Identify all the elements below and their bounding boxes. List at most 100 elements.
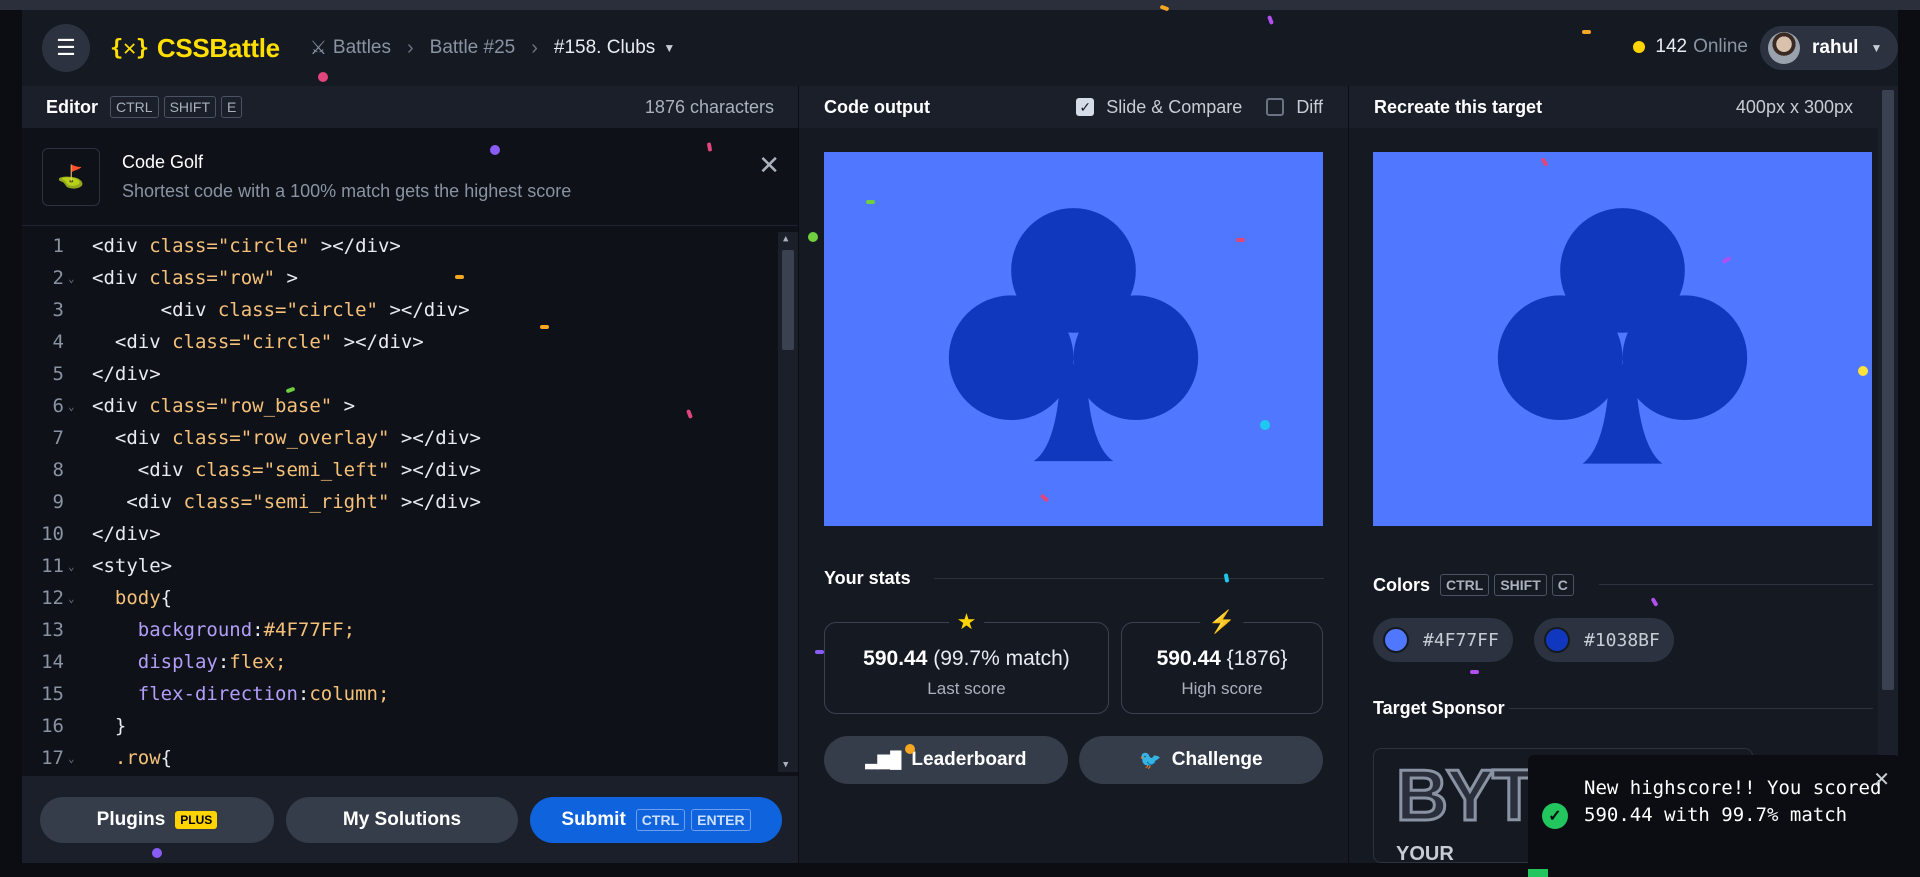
kbd-key: CTRL <box>110 96 159 118</box>
top-strip <box>0 0 1920 10</box>
confetti <box>490 145 500 155</box>
submit-button[interactable]: Submit CTRL ENTER <box>530 796 782 843</box>
high-score-card: ⚡ 590.44 {1876} High score <box>1121 609 1323 714</box>
code-line: 2 ⌄ <div class= "row" > <box>52 267 298 289</box>
challenge-label: Challenge <box>1171 749 1263 770</box>
color-swatch[interactable]: #4F77FF <box>1373 618 1513 662</box>
confetti <box>540 325 549 329</box>
code-line: 9 <div class= "semi_right" ></div> <box>52 491 481 513</box>
color-swatch[interactable]: #1038BF <box>1534 618 1674 662</box>
chevron-right-icon: › <box>406 36 414 59</box>
high-score-label: High score <box>1181 679 1263 698</box>
kbd-key: C <box>1551 574 1574 596</box>
challenge-button[interactable]: 🐦 Challenge <box>1079 736 1323 784</box>
confetti <box>455 275 464 279</box>
my-solutions-button[interactable]: My Solutions <box>286 796 518 843</box>
plugins-button[interactable]: Plugins PLUS <box>40 796 274 843</box>
sponsor-logo: BYT <box>1395 755 1538 838</box>
last-score-label: Last score <box>927 679 1006 698</box>
solutions-label: My Solutions <box>342 808 462 830</box>
kbd-key: E <box>221 96 243 118</box>
close-icon[interactable]: ✕ <box>1873 767 1890 792</box>
output-panel: Code output ✓ Slide & Compare Diff Your … <box>799 86 1348 863</box>
code-line: 5 </div> <box>52 363 161 385</box>
leaderboard-label: Leaderboard <box>911 749 1027 770</box>
colors-title: Colors <box>1373 574 1431 595</box>
confetti <box>808 232 818 242</box>
confetti <box>152 848 162 858</box>
scroll-thumb[interactable] <box>782 250 794 350</box>
crumb-battle[interactable]: Battle #25 <box>430 37 516 59</box>
logo-mark: {✕} <box>110 35 149 61</box>
editor-header: Editor CTRL SHIFT E 1876 characters <box>22 86 798 128</box>
target-scrollbar[interactable] <box>1878 86 1898 863</box>
kbd-key: SHIFT <box>1494 574 1547 596</box>
star-icon: ★ <box>948 609 985 635</box>
divider <box>1509 708 1873 709</box>
scroll-thumb[interactable] <box>1882 90 1894 690</box>
output-title: Code output <box>824 96 930 117</box>
code-line: 6 ⌄ <div class= "row_base" > <box>52 395 356 417</box>
code-line: 11 ⌄ <style> <box>41 555 173 577</box>
code-line: 14 display: flex; <box>41 651 287 673</box>
confetti <box>318 72 328 82</box>
check-circle-icon: ✓ <box>1542 803 1568 829</box>
menu-button[interactable]: ☰ <box>42 24 90 72</box>
kbd-key: CTRL <box>635 808 686 831</box>
last-score-card: ★ 590.44 (99.7% match) Last score <box>824 609 1109 714</box>
crumb-current[interactable]: #158. Clubs <box>554 37 655 59</box>
leaderboard-button[interactable]: ▂▆█ Leaderboard <box>824 736 1068 784</box>
color-dot <box>1383 627 1409 653</box>
confetti <box>866 200 875 204</box>
chevron-down-icon: ▼ <box>1870 41 1883 55</box>
scroll-up-icon[interactable]: ▲ <box>783 234 788 244</box>
editor-scrollbar[interactable]: ▲ ▼ <box>778 232 798 772</box>
toast-progress <box>1528 869 1548 877</box>
confetti <box>1858 366 1868 376</box>
chevron-down-icon[interactable]: ▼ <box>663 41 675 55</box>
user-menu[interactable]: rahul ▼ <box>1760 26 1898 70</box>
code-golf-banner: ⛳ Code Golf Shortest code with a 100% ma… <box>22 128 798 226</box>
output-canvas[interactable] <box>824 152 1323 526</box>
username: rahul <box>1812 37 1859 58</box>
target-canvas[interactable] <box>1373 152 1872 526</box>
confetti <box>1470 670 1479 674</box>
slide-compare-label: Slide & Compare <box>1106 96 1243 117</box>
swords-icon: ⚔ <box>309 37 327 59</box>
target-title: Recreate this target <box>1374 96 1543 117</box>
code-line: 15 flex-direction: column; <box>41 683 390 705</box>
club-shape-target <box>1373 152 1872 526</box>
hamburger-icon: ☰ <box>56 35 76 60</box>
sponsor-title: Target Sponsor <box>1373 698 1505 718</box>
bar-chart-icon: ▂▆█ <box>865 752 902 769</box>
diff-toggle[interactable]: Diff <box>1266 97 1323 118</box>
color-hex: #4F77FF <box>1423 629 1499 651</box>
logo[interactable]: {✕} CSSBattle <box>110 33 280 64</box>
confetti <box>1260 420 1270 430</box>
golf-subtitle: Shortest code with a 100% match gets the… <box>122 180 572 201</box>
diff-label: Diff <box>1296 96 1323 117</box>
crumb-battles[interactable]: Battles <box>333 37 391 59</box>
confetti <box>905 744 915 754</box>
target-panel: Recreate this target 400px x 300px Color… <box>1349 86 1898 863</box>
online-label: Online <box>1693 36 1748 57</box>
close-icon[interactable]: ✕ <box>758 150 780 181</box>
code-line: 13 background: #4F77FF; <box>41 619 356 641</box>
online-count: 142 <box>1655 36 1688 57</box>
code-editor[interactable]: 1 <div class= "circle" ></div> 2 ⌄ <div clas… <box>22 226 798 776</box>
scroll-down-icon[interactable]: ▼ <box>783 760 788 770</box>
code-line: 12 ⌄ body{ <box>41 587 173 609</box>
code-line: 10 </div> <box>41 523 161 545</box>
last-score-value: 590.44 <box>863 647 928 670</box>
online-indicator: 142 Online <box>1633 36 1748 58</box>
target-size: 400px x 300px <box>1735 96 1853 117</box>
confetti <box>1582 30 1591 34</box>
checkbox-checked-icon[interactable]: ✓ <box>1076 98 1095 116</box>
breadcrumb: ⚔ Battles › Battle #25 › #158. Clubs ▼ <box>310 37 675 60</box>
code-line: 7 <div class= "row_overlay" ></div> <box>52 427 481 449</box>
kbd-key: SHIFT <box>163 96 217 118</box>
checkbox-unchecked-icon[interactable] <box>1266 98 1285 116</box>
slide-compare-toggle[interactable]: ✓ Slide & Compare <box>1076 97 1242 118</box>
colors-header: Colors CTRL SHIFT C <box>1373 574 1579 596</box>
confetti <box>1236 238 1245 242</box>
